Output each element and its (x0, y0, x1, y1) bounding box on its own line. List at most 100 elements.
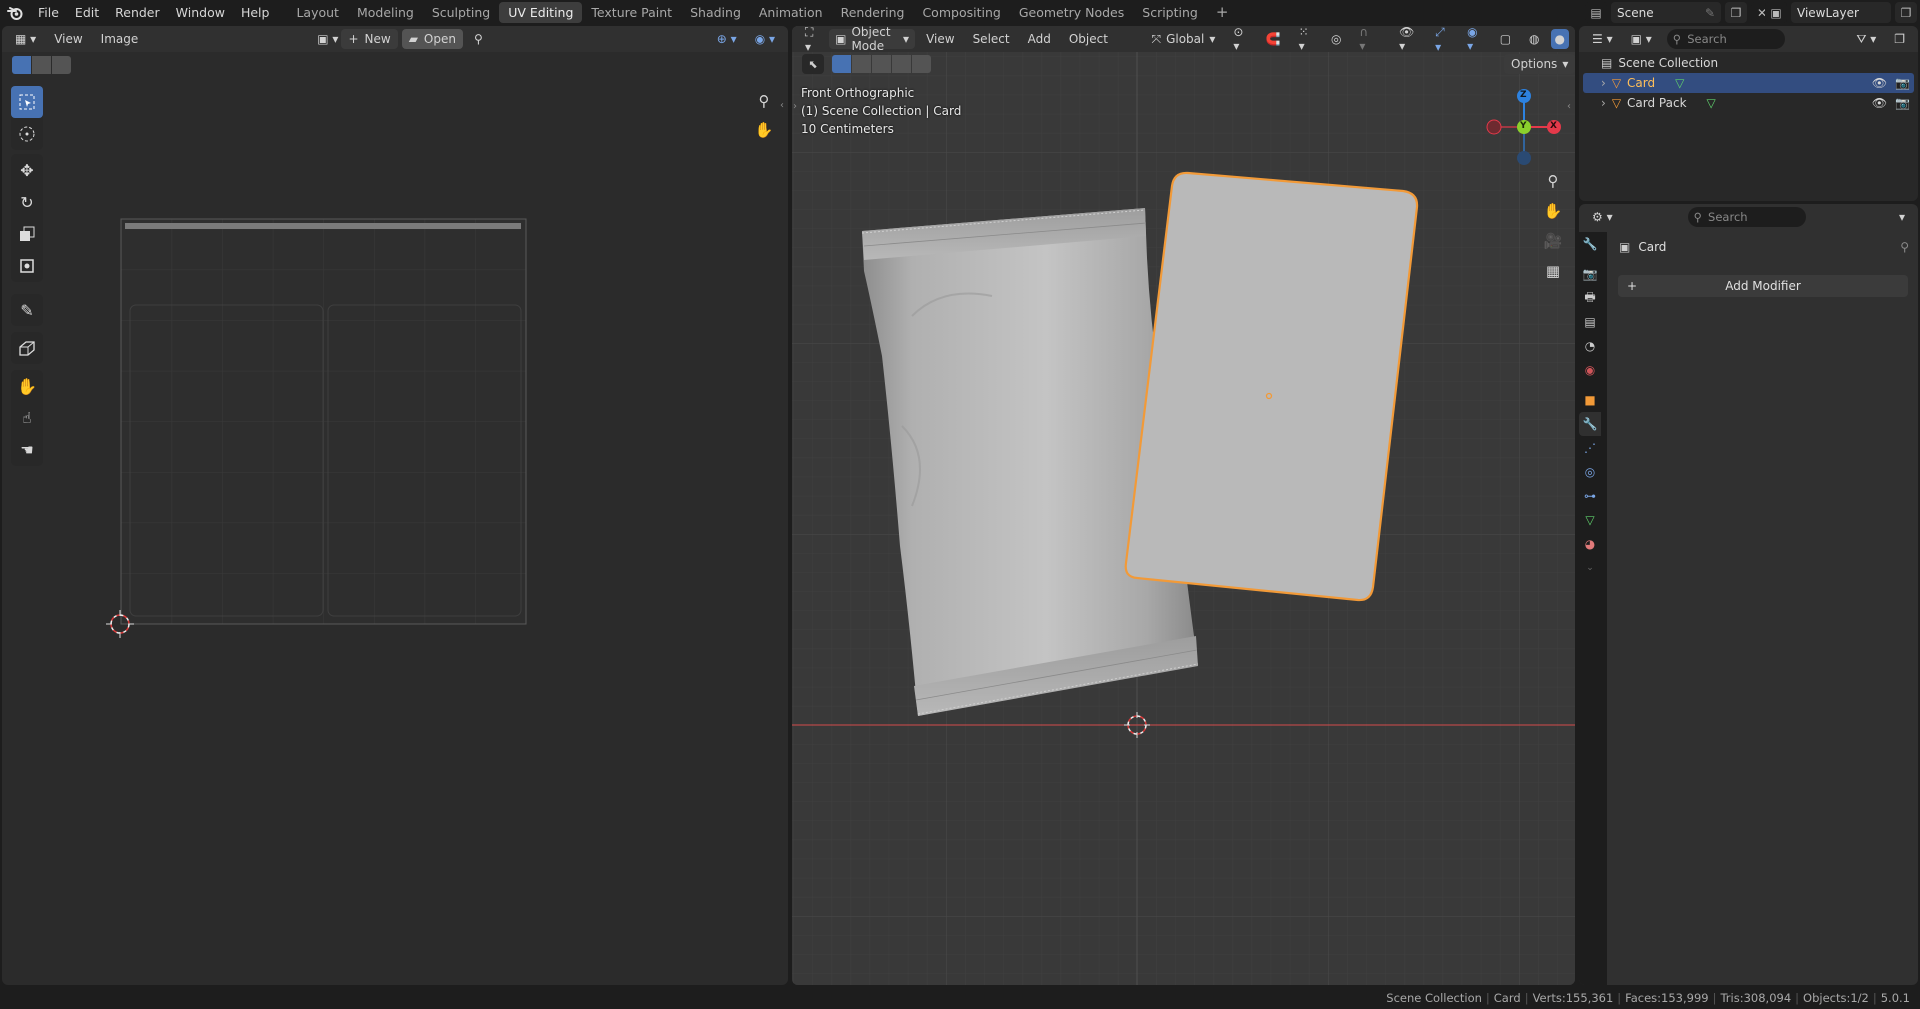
scale-tool-icon[interactable] (11, 218, 43, 250)
move-tool-icon[interactable]: ✥ (11, 154, 43, 186)
tool-tab-icon[interactable]: 🔧 (1579, 232, 1601, 256)
physics-tab-icon[interactable]: ◎ (1579, 460, 1601, 484)
display-mode-icon[interactable]: ▣ ▾ (1624, 29, 1659, 49)
select-intersect-icon[interactable] (912, 55, 931, 73)
pin-icon[interactable]: ⚲ (1900, 240, 1909, 254)
render-camera-icon[interactable]: 📷 (1895, 76, 1910, 90)
workspace-tab-rendering[interactable]: Rendering (832, 2, 914, 23)
menu-render[interactable]: Render (107, 0, 168, 25)
workspace-tab-uv-editing[interactable]: UV Editing (499, 2, 583, 23)
select-new-icon[interactable] (832, 55, 851, 73)
object-mode-dropdown[interactable]: ▣ Object Mode ▾ (829, 26, 916, 53)
workspace-tab-sculpting[interactable]: Sculpting (423, 2, 499, 23)
object-tab-icon[interactable]: ■ (1579, 388, 1601, 412)
grab-tool-icon[interactable]: ✋ (11, 370, 43, 402)
outliner-item-card[interactable]: › ▽ Card ▽ 👁 📷 (1583, 73, 1914, 93)
render-camera-icon[interactable]: 📷 (1895, 96, 1910, 110)
pan-icon[interactable]: ✋ (1540, 198, 1566, 224)
menu-window[interactable]: Window (168, 0, 233, 25)
falloff-icon[interactable]: ∩ ▾ (1352, 26, 1379, 53)
workspace-tab-scripting[interactable]: Scripting (1133, 2, 1207, 23)
properties-search-input[interactable]: ⚲ Search (1687, 207, 1806, 227)
viewport-menu-view[interactable]: View (919, 29, 961, 49)
workspace-tab-shading[interactable]: Shading (681, 2, 750, 23)
viewlayer-icon[interactable]: ▣ (1765, 2, 1787, 23)
scene-tab-icon[interactable]: ◔ (1579, 334, 1601, 358)
uv-zoom-icon[interactable]: ⚲ (751, 88, 777, 114)
properties-editor-type-icon[interactable]: ⚙ ▾ (1585, 207, 1620, 227)
constraints-tab-icon[interactable]: ⊶ (1579, 484, 1601, 508)
sidebar-expand-arrow-icon[interactable]: ‹ (1567, 101, 1571, 112)
workspace-tab-geometry-nodes[interactable]: Geometry Nodes (1010, 2, 1133, 23)
expand-arrow-icon[interactable]: › (1601, 96, 1606, 110)
output-tab-icon[interactable]: 🖶 (1579, 286, 1601, 310)
view-layer-tab-icon[interactable]: ▤ (1579, 310, 1601, 334)
relax-tool-icon[interactable]: ☝ (11, 402, 43, 434)
select-extend-icon[interactable] (852, 55, 871, 73)
overlay-toggle-icon[interactable]: ◉ ▾ (1460, 26, 1489, 53)
orientation-dropdown[interactable]: ⤧ Global ▾ (1144, 29, 1222, 49)
workspace-tab-layout[interactable]: Layout (287, 2, 348, 23)
transform-tool-icon[interactable] (11, 250, 43, 282)
rip-region-tool-icon[interactable] (11, 332, 43, 364)
outliner-editor-type-icon[interactable]: ☰ ▾ (1585, 29, 1620, 49)
ortho-toggle-icon[interactable]: ▦ (1540, 258, 1566, 284)
scene-field[interactable]: Scene ✎ (1611, 2, 1721, 23)
workspace-tab-animation[interactable]: Animation (750, 2, 832, 23)
add-workspace-icon[interactable]: + (1207, 2, 1238, 23)
properties-options-icon[interactable]: ▾ (1892, 207, 1912, 227)
snap-target-icon[interactable]: ⁙ ▾ (1292, 26, 1320, 53)
outliner-area[interactable]: ☰ ▾ ▣ ▾ ⚲ Search ⛛ ▾ ❐ ▤ Scene Collectio… (1579, 26, 1918, 201)
workspace-tab-compositing[interactable]: Compositing (913, 2, 1009, 23)
shading-solid-icon[interactable]: ● (1550, 29, 1569, 49)
new-viewlayer-icon[interactable]: ❐ (1895, 2, 1917, 23)
shading-wireframe-icon[interactable]: ◍ (1522, 29, 1546, 49)
annotate-tool-icon[interactable]: ✎ (11, 294, 43, 326)
options-dropdown[interactable]: Options ▾ (1504, 54, 1575, 74)
pinch-tool-icon[interactable]: ☚ (11, 434, 43, 466)
particles-tab-icon[interactable]: ⋰ (1579, 436, 1601, 460)
properties-area[interactable]: ⚙ ▾ ⚲ Search ▾ 🔧 📷 🖶 ▤ ◔ ◉ ■ 🔧 ⋰ ◎ ⊶ ▽ ◕… (1579, 204, 1918, 985)
new-scene-icon[interactable]: ❐ (1725, 2, 1747, 23)
toolbar-expand-arrow-icon[interactable]: › (793, 101, 797, 112)
viewport-menu-add[interactable]: Add (1021, 29, 1058, 49)
outliner-scene-collection[interactable]: ▤ Scene Collection (1583, 53, 1914, 73)
visibility-filter-icon[interactable]: 👁 ▾ (1392, 26, 1424, 53)
viewport-menu-select[interactable]: Select (966, 29, 1017, 49)
viewport-canvas[interactable] (792, 26, 1575, 985)
material-tab-icon[interactable]: ◕ (1579, 532, 1601, 556)
outliner-search-input[interactable]: ⚲ Search (1666, 29, 1785, 49)
select-box-tool-icon[interactable] (11, 86, 43, 118)
uv-editor-area[interactable]: ▦ ▾ View Image ▣ ▾ + New ▰ Open ⚲ ⊕ ▾ ◉ ▾ (2, 26, 788, 985)
pin-icon[interactable]: ✎ (1705, 6, 1715, 20)
viewport-3d-area[interactable]: Z Y X ⛶ ▾ ▣ Object Mode ▾ View Select Ad… (792, 26, 1575, 985)
menu-help[interactable]: Help (233, 0, 278, 25)
menu-file[interactable]: File (30, 0, 67, 25)
render-tab-icon[interactable]: 📷 (1579, 262, 1601, 286)
cursor-tool-icon[interactable] (11, 118, 43, 150)
visibility-eye-icon[interactable]: 👁 (1872, 76, 1887, 90)
blender-logo-icon[interactable] (0, 0, 30, 25)
viewport-editor-type-icon[interactable]: ⛶ ▾ (798, 26, 825, 54)
viewport-menu-object[interactable]: Object (1062, 29, 1115, 49)
proportional-edit-icon[interactable]: ◎ (1324, 29, 1348, 49)
modifier-tab-icon[interactable]: 🔧 (1579, 412, 1601, 436)
pivot-point-icon[interactable]: ⊙ ▾ (1226, 26, 1254, 53)
expand-arrow-icon[interactable]: › (1601, 76, 1606, 90)
gizmo-toggle-icon[interactable]: ⤢ ▾ (1428, 26, 1456, 54)
camera-view-icon[interactable]: 🎥 (1540, 228, 1566, 254)
area-collapse-arrow-icon[interactable]: ‹ (780, 100, 784, 111)
outliner-item-card-pack[interactable]: › ▽ Card Pack ▽ 👁 📷 (1583, 93, 1914, 113)
viewlayer-field[interactable]: ViewLayer (1791, 2, 1891, 23)
visibility-eye-icon[interactable]: 👁 (1872, 96, 1887, 110)
xray-toggle-icon[interactable]: ▢ (1493, 29, 1518, 49)
uv-canvas[interactable] (2, 26, 788, 985)
zoom-icon[interactable]: ⚲ (1540, 168, 1566, 194)
filter-icon[interactable]: ⛛ ▾ (1849, 29, 1883, 49)
world-tab-icon[interactable]: ◉ (1579, 358, 1601, 382)
rotate-tool-icon[interactable]: ↻ (11, 186, 43, 218)
new-collection-icon[interactable]: ❐ (1887, 29, 1912, 49)
data-tab-icon[interactable]: ▽ (1579, 508, 1601, 532)
menu-edit[interactable]: Edit (67, 0, 107, 25)
workspace-tab-texture-paint[interactable]: Texture Paint (582, 2, 681, 23)
